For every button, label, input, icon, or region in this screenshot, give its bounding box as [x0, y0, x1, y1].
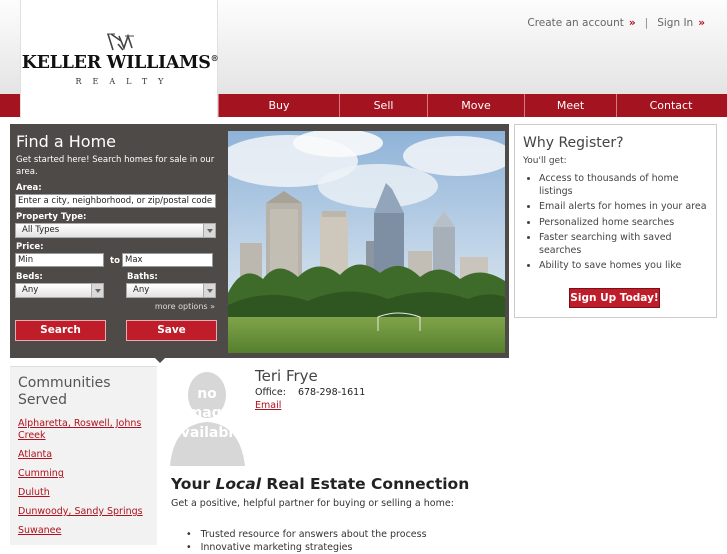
community-link[interactable]: Duluth: [18, 487, 50, 498]
community-link[interactable]: Atlanta: [18, 449, 52, 460]
property-type-value: All Types: [22, 225, 60, 235]
link-separator: |: [644, 17, 649, 29]
list-item: Innovative marketing strategies: [186, 541, 427, 554]
headline-text: Real Estate Connection: [261, 475, 470, 493]
area-label: Area:: [16, 183, 42, 193]
list-item: Trusted resource for answers about the p…: [186, 528, 427, 541]
list-item: Personalized home searches: [539, 217, 709, 230]
save-button[interactable]: Save: [126, 320, 217, 341]
beds-label: Beds:: [16, 272, 43, 282]
office-phone[interactable]: 678-298-1611: [298, 387, 365, 398]
logo-name: KELLER WILLIAMS: [21, 53, 211, 73]
chevron-right-icon: »: [628, 17, 636, 29]
kw-monogram-icon: [107, 33, 134, 51]
community-link[interactable]: Alpharetta, Roswell, Johns Creek: [18, 418, 141, 441]
feature-list: Trusted resource for answers about the p…: [186, 528, 427, 554]
nav-contact[interactable]: Contact: [616, 94, 725, 117]
headline-emphasis: Local: [215, 475, 262, 493]
communities-list: Alpharetta, Roswell, Johns Creek Atlanta…: [18, 418, 148, 544]
intro-text: Get a positive, helpful partner for buyi…: [171, 498, 454, 509]
no-image-text: image: [183, 405, 231, 421]
search-button[interactable]: Search: [15, 320, 106, 341]
chevron-right-icon: »: [698, 17, 705, 29]
registered-mark: ®: [210, 53, 219, 63]
community-link[interactable]: Dunwoody, Sandy Springs: [18, 506, 143, 517]
sign-in-link[interactable]: Sign In: [657, 17, 693, 29]
communities-title: Communities Served: [18, 375, 111, 408]
agent-photo-placeholder: no image available: [170, 372, 245, 466]
area-input[interactable]: Enter a city, neighborhood, or zip/posta…: [15, 194, 216, 208]
communities-panel: Communities Served Alpharetta, Roswell, …: [10, 366, 157, 545]
community-link[interactable]: Suwanee: [18, 525, 61, 536]
price-to-label: to: [110, 256, 120, 266]
list-item: Faster searching with saved searches: [539, 232, 709, 257]
agent-office: Office: 678-298-1611: [255, 387, 365, 398]
no-image-text: no: [197, 386, 217, 402]
chevron-down-icon: [203, 224, 215, 237]
price-max-input[interactable]: Max: [122, 253, 213, 267]
create-account-link[interactable]: Create an account: [527, 17, 623, 29]
baths-select[interactable]: Any: [126, 283, 216, 298]
chevron-down-icon: [91, 284, 103, 297]
find-home-panel: Find a Home Get started here! Search hom…: [10, 124, 509, 358]
community-link[interactable]: Cumming: [18, 468, 64, 479]
sign-up-button[interactable]: Sign Up Today!: [569, 288, 660, 308]
property-type-select[interactable]: All Types: [15, 223, 216, 238]
chevron-down-icon: [203, 284, 215, 297]
headline-text: Your: [171, 475, 216, 493]
logo-subtitle: REALTY: [75, 77, 175, 86]
benefits-list: Access to thousands of home listings Ema…: [539, 173, 709, 276]
baths-value: Any: [133, 285, 150, 295]
account-links: Create an account » | Sign In »: [527, 17, 705, 29]
beds-select[interactable]: Any: [15, 283, 104, 298]
property-type-label: Property Type:: [16, 212, 87, 222]
why-register-subtitle: You'll get:: [523, 156, 567, 166]
nav-move[interactable]: Move: [427, 94, 524, 117]
nav-meet[interactable]: Meet: [524, 94, 616, 117]
price-min-input[interactable]: Min: [15, 253, 104, 267]
find-home-intro: Get started here! Search homes for sale …: [16, 155, 215, 177]
page-headline: Your Local Real Estate Connection: [171, 475, 469, 493]
nav-sell[interactable]: Sell: [339, 94, 427, 117]
more-options-link[interactable]: more options »: [155, 302, 215, 311]
logo[interactable]: KELLER WILLIAMS® REALTY: [20, 0, 219, 118]
list-item: Ability to save homes you like: [539, 260, 709, 273]
no-image-text: available: [171, 425, 242, 441]
agent-name: Teri Frye: [255, 367, 318, 385]
why-register-panel: Why Register? You'll get: Access to thou…: [514, 124, 717, 318]
nav-buy[interactable]: Buy: [218, 94, 339, 117]
list-item: Access to thousands of home listings: [539, 173, 709, 198]
find-home-title: Find a Home: [16, 132, 117, 151]
why-register-title: Why Register?: [523, 135, 624, 151]
list-item: Email alerts for homes in your area: [539, 201, 709, 214]
city-skyline-photo: [228, 131, 505, 353]
agent-email-link[interactable]: Email: [255, 400, 281, 411]
baths-label: Baths:: [127, 272, 158, 282]
panel-pointer: [154, 357, 166, 363]
beds-value: Any: [22, 285, 39, 295]
price-label: Price:: [16, 242, 44, 252]
office-label: Office:: [255, 387, 286, 398]
